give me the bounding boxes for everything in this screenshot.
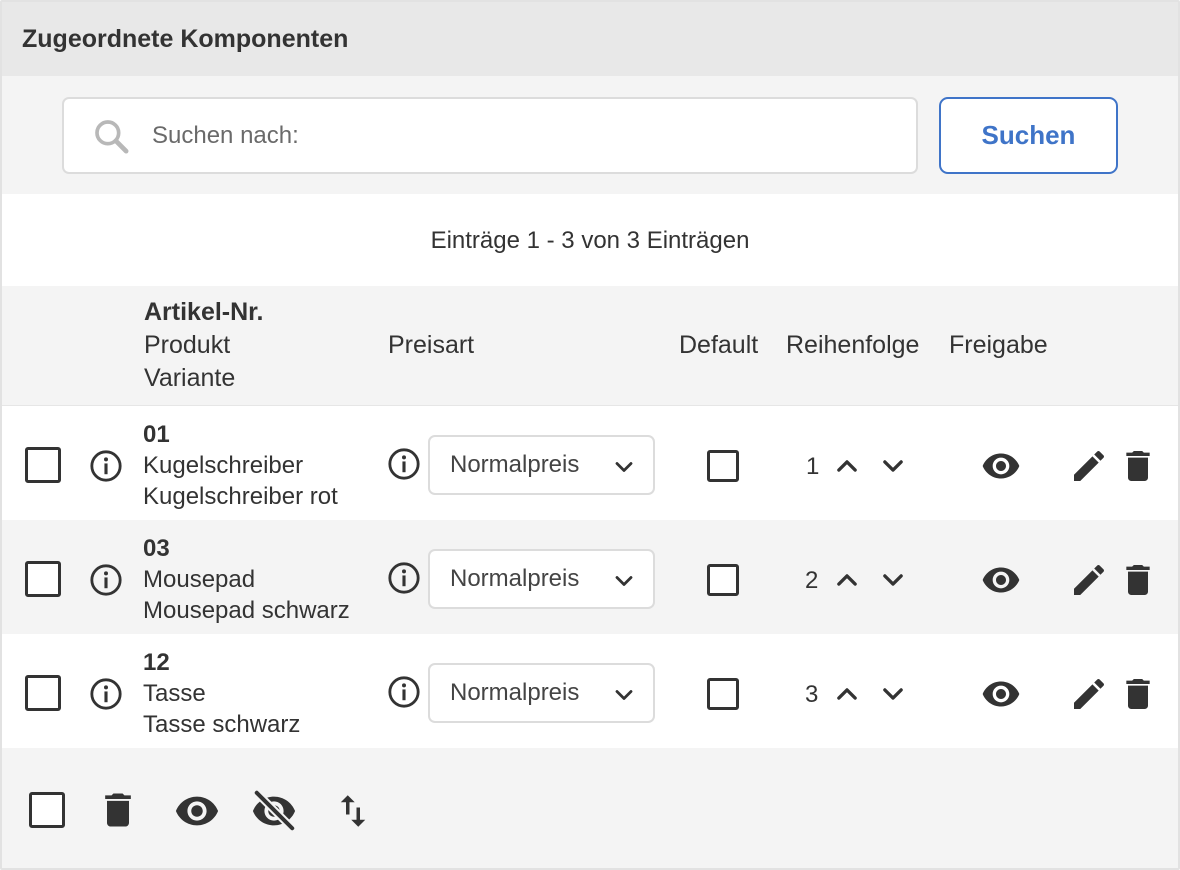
product-info: 01 Kugelschreiber Kugelschreiber rot [143, 419, 338, 512]
search-input[interactable] [152, 111, 892, 161]
order-number: 1 [806, 453, 820, 480]
column-header-article-number: Artikel-Nr. [144, 298, 264, 326]
search-button[interactable]: Suchen [939, 97, 1118, 174]
column-header-default: Default [679, 331, 759, 359]
components-panel: Zugeordnete Komponenten Suchen Einträge … [0, 0, 1180, 870]
panel-header: Zugeordnete Komponenten [2, 2, 1178, 76]
table-header: Artikel-Nr. Produkt Variante Preisart De… [2, 286, 1178, 406]
product-name: Tasse [143, 680, 206, 707]
table-row: 01 Kugelschreiber Kugelschreiber rot Nor… [2, 406, 1178, 520]
chevron-down-icon [615, 690, 633, 700]
price-type-select[interactable]: Normalpreis [428, 435, 655, 495]
price-type-value: Normalpreis [450, 451, 580, 478]
eye-icon[interactable] [981, 446, 1021, 486]
default-checkbox[interactable] [707, 678, 739, 710]
column-header-product: Produkt [144, 331, 231, 359]
move-down-icon[interactable] [879, 452, 907, 480]
product-info: 03 Mousepad Mousepad schwarz [143, 533, 350, 626]
select-all-checkbox[interactable] [29, 792, 65, 828]
info-icon[interactable] [89, 449, 123, 483]
search-box[interactable] [62, 97, 918, 174]
price-info-icon[interactable] [387, 447, 421, 481]
row-select-checkbox[interactable] [25, 675, 61, 711]
chevron-down-icon [615, 462, 633, 472]
product-name: Mousepad [143, 566, 256, 593]
bulk-show-icon[interactable] [174, 788, 220, 834]
edit-icon[interactable] [1069, 674, 1109, 714]
info-icon[interactable] [89, 563, 123, 597]
bulk-actions-footer [2, 748, 1178, 868]
table-row: 03 Mousepad Mousepad schwarz Normalpreis… [2, 520, 1178, 634]
move-up-icon[interactable] [833, 566, 861, 594]
variant-name: Mousepad schwarz [143, 597, 350, 624]
bulk-delete-icon[interactable] [96, 788, 140, 832]
panel-title: Zugeordnete Komponenten [22, 25, 349, 53]
row-select-checkbox[interactable] [25, 447, 61, 483]
article-number: 01 [143, 421, 170, 448]
variant-name: Tasse schwarz [143, 711, 301, 738]
price-type-value: Normalpreis [450, 679, 580, 706]
entries-summary: Einträge 1 - 3 von 3 Einträgen [430, 227, 750, 254]
column-header-order: Reihenfolge [786, 331, 920, 359]
edit-icon[interactable] [1069, 446, 1109, 486]
article-number: 03 [143, 535, 170, 562]
chevron-down-icon [615, 576, 633, 586]
search-area: Suchen [2, 76, 1178, 194]
move-up-icon[interactable] [833, 452, 861, 480]
row-select-checkbox[interactable] [25, 561, 61, 597]
column-header-price-type: Preisart [388, 331, 475, 359]
eye-icon[interactable] [981, 674, 1021, 714]
product-info: 12 Tasse Tasse schwarz [143, 647, 300, 740]
bulk-hide-icon[interactable] [251, 788, 297, 834]
variant-name: Kugelschreiber rot [143, 483, 338, 510]
eye-icon[interactable] [981, 560, 1021, 600]
move-down-icon[interactable] [879, 566, 907, 594]
entries-bar: Einträge 1 - 3 von 3 Einträgen [2, 194, 1178, 286]
product-name: Kugelschreiber [143, 452, 304, 479]
price-type-select[interactable]: Normalpreis [428, 663, 655, 723]
order-number: 3 [805, 681, 819, 708]
delete-icon[interactable] [1118, 560, 1158, 600]
price-info-icon[interactable] [387, 561, 421, 595]
order-number: 2 [805, 567, 819, 594]
move-down-icon[interactable] [879, 680, 907, 708]
search-icon [95, 120, 129, 154]
column-header-release: Freigabe [949, 331, 1048, 359]
article-number: 12 [143, 649, 170, 676]
price-type-select[interactable]: Normalpreis [428, 549, 655, 609]
price-info-icon[interactable] [387, 675, 421, 709]
column-header-variant: Variante [144, 364, 236, 392]
default-checkbox[interactable] [707, 450, 739, 482]
info-icon[interactable] [89, 677, 123, 711]
delete-icon[interactable] [1118, 674, 1158, 714]
sort-icon[interactable] [332, 790, 374, 832]
delete-icon[interactable] [1118, 446, 1158, 486]
table-row: 12 Tasse Tasse schwarz Normalpreis 3 [2, 634, 1178, 748]
move-up-icon[interactable] [833, 680, 861, 708]
default-checkbox[interactable] [707, 564, 739, 596]
price-type-value: Normalpreis [450, 565, 580, 592]
edit-icon[interactable] [1069, 560, 1109, 600]
